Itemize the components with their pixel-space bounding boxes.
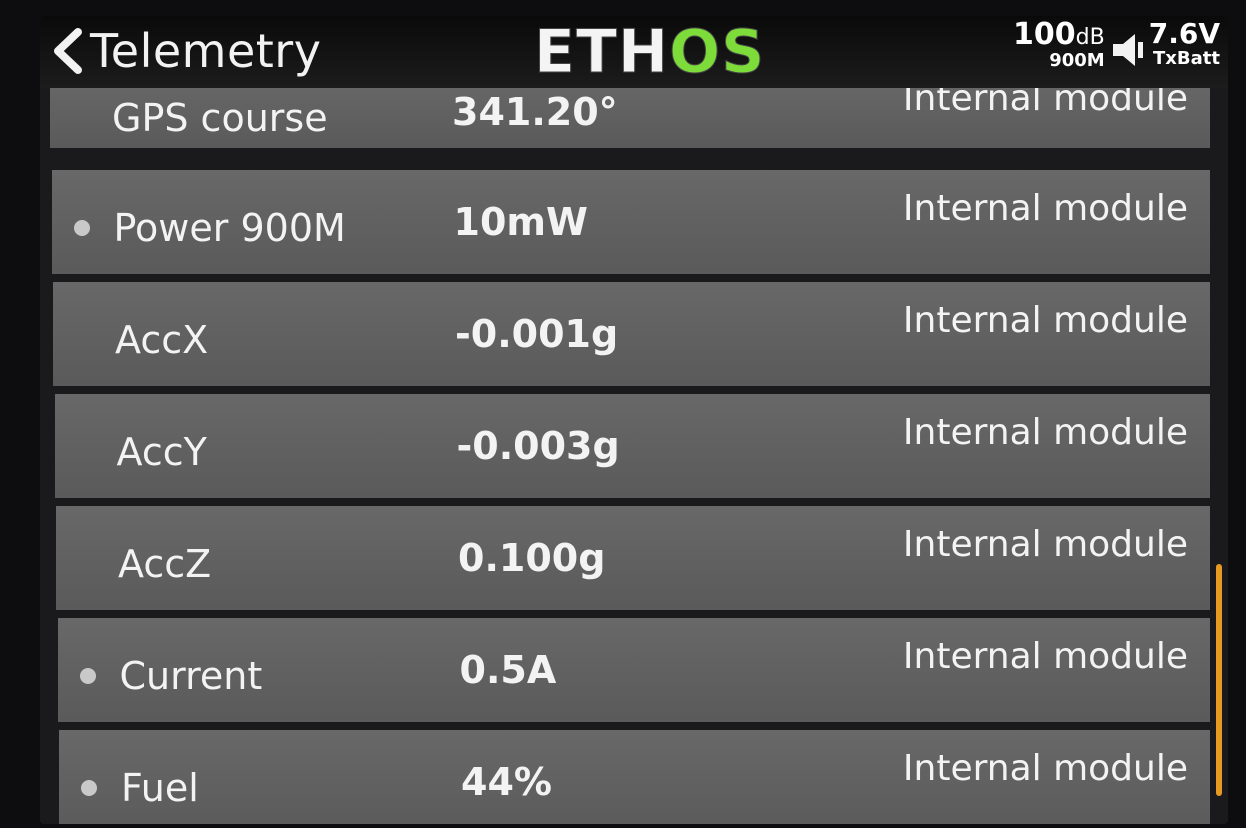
sensor-source: Internal module (902, 412, 1188, 453)
back-button[interactable]: Telemetry (48, 24, 321, 78)
telemetry-row[interactable]: AccX -0.001g Internal module (53, 282, 1210, 386)
sensor-name: AccY (116, 430, 207, 474)
telemetry-row[interactable]: AccY -0.003g Internal module (54, 394, 1210, 498)
telemetry-row[interactable]: Current 0.5A Internal module (57, 618, 1210, 722)
sensor-name: GPS course (112, 96, 328, 140)
telemetry-screen: Telemetry ETHOS 100dB 900M 7.6V TxBatt G… (40, 16, 1228, 824)
battery-indicator[interactable]: 7.6V TxBatt (1149, 20, 1220, 68)
sensor-name: Power 900M (113, 206, 346, 250)
sensor-value: -0.003g (456, 424, 620, 468)
chevron-left-icon (54, 28, 82, 74)
scrollbar[interactable] (1216, 564, 1222, 796)
status-dot (79, 668, 96, 684)
sensor-name: Fuel (121, 766, 199, 810)
battery-label: TxBatt (1153, 48, 1220, 69)
sensor-value: 10mW (453, 200, 588, 244)
sensor-value: 341.20° (452, 90, 618, 134)
sensor-value: 0.100g (458, 536, 606, 580)
status-dot (73, 220, 90, 236)
status-area: 100dB 900M 7.6V TxBatt (1013, 20, 1220, 82)
telemetry-row[interactable]: Fuel 44% Internal module (59, 730, 1210, 824)
page-title: Telemetry (90, 24, 322, 78)
sensor-value: -0.001g (455, 312, 619, 356)
battery-voltage: 7.6V (1148, 17, 1220, 50)
rssi-indicator[interactable]: 100dB 900M (1013, 20, 1105, 70)
telemetry-row[interactable]: Power 900M 10mW Internal module (51, 170, 1210, 274)
telemetry-row[interactable]: AccZ 0.100g Internal module (56, 506, 1210, 610)
sensor-name: AccX (115, 318, 209, 362)
status-dot (81, 780, 97, 796)
rssi-value: 100 (1013, 17, 1076, 52)
sensor-source: Internal module (902, 748, 1188, 789)
sensor-source: Internal module (902, 188, 1188, 229)
sensor-name: AccZ (118, 542, 212, 586)
sensor-name: Current (119, 654, 263, 698)
sensor-source: Internal module (902, 300, 1188, 341)
rssi-module: 900M (1049, 50, 1105, 71)
rssi-unit: dB (1075, 25, 1105, 50)
sensor-value: 0.5A (459, 648, 557, 692)
sensor-source: Internal module (902, 636, 1188, 677)
ethos-logo: ETHOS (533, 17, 766, 87)
header-bar: Telemetry ETHOS 100dB 900M 7.6V TxBatt (40, 16, 1228, 88)
speaker-icon[interactable] (1111, 30, 1145, 74)
sensor-source: Internal module (902, 524, 1188, 565)
sensor-value: 44% (461, 760, 552, 804)
